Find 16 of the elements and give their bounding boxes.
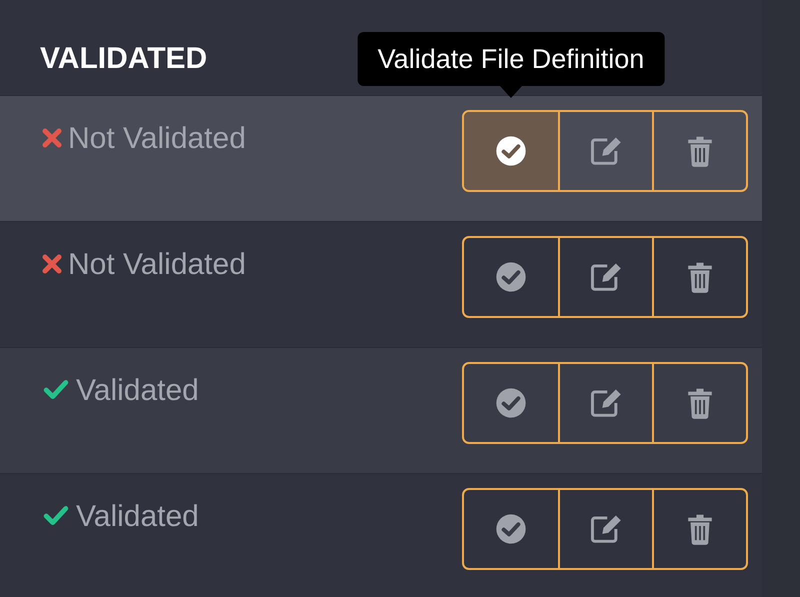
status-text: Not Validated <box>68 248 246 281</box>
check-circle-icon <box>495 135 527 167</box>
check-circle-icon <box>495 387 527 419</box>
trash-icon <box>687 514 713 544</box>
status-text: Validated <box>76 374 199 407</box>
status-text: Validated <box>76 500 199 533</box>
trash-icon <box>687 136 713 166</box>
trash-icon <box>687 388 713 418</box>
status-text: Not Validated <box>68 122 246 155</box>
validate-button[interactable] <box>464 112 558 190</box>
check-circle-icon <box>495 513 527 545</box>
tooltip-arrow <box>500 86 522 98</box>
trash-icon <box>687 262 713 292</box>
tooltip: Validate File Definition <box>358 32 664 86</box>
column-heading: VALIDATED <box>40 42 208 76</box>
check-circle-icon <box>495 261 527 293</box>
